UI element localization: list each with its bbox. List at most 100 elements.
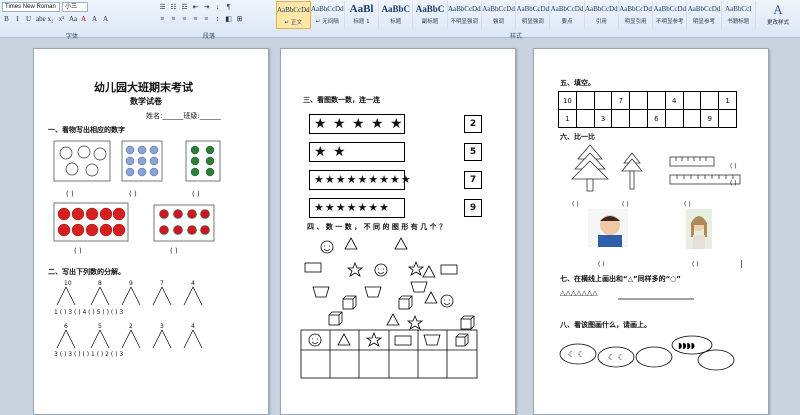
style-item[interactable]: AaBbCcDd 不明显参考 xyxy=(653,1,688,29)
grid-cell[interactable]: 6 xyxy=(646,109,666,128)
font-controls: Times New Roman 小三 xyxy=(2,2,88,12)
answer-paren: ( ) xyxy=(684,201,691,208)
paragraph-button[interactable]: ↕ xyxy=(213,14,222,23)
paragraph-button[interactable]: ≡ xyxy=(180,14,189,23)
style-name: 明显参考 xyxy=(693,19,716,25)
ribbon: Times New Roman 小三 B I Uabe x₂ x² Aa A A A ≡ ≡ ≡ ≡ ≡… xyxy=(0,0,800,40)
name-class-line: 姓名:______班级:______ xyxy=(146,112,221,120)
paragraph-button[interactable]: ⊞ xyxy=(235,14,244,23)
style-preview: AaBbCcDd xyxy=(447,5,481,13)
decomp-bottom-row1: 1 ( ) 3 ( ) 4 ( ) 5 ( ) ( ) 3 xyxy=(54,309,124,316)
roses-image xyxy=(153,204,215,242)
paragraph-button[interactable]: ◧ xyxy=(224,14,233,23)
answer-paren: ( ) xyxy=(572,201,579,208)
trees-image xyxy=(571,144,643,192)
q6-heading: 六、比一比 xyxy=(560,133,595,141)
grid-cell[interactable] xyxy=(718,109,737,128)
format-button[interactable]: Aa xyxy=(68,14,77,23)
grid-cell[interactable]: 9 xyxy=(700,109,720,128)
document-page-1: 幼儿园大班期末考试 数学试卷 姓名:______班级:______ 一、看物写出… xyxy=(33,48,269,415)
group-paragraph-label: 段落 xyxy=(203,33,216,40)
grid-cell[interactable]: 3 xyxy=(593,109,613,128)
exam-subtitle: 数学试卷 xyxy=(130,97,162,106)
grid-cell[interactable] xyxy=(646,91,666,110)
style-item[interactable]: AaBbCcDd 不明显强调 xyxy=(448,1,482,29)
decomp-lines-row1 xyxy=(56,286,203,306)
format-button[interactable]: abe xyxy=(35,14,46,23)
decrease-indent-icon[interactable]: ⇤ xyxy=(191,2,200,11)
style-item[interactable]: AaBbCcDd ↵ 正文 xyxy=(276,1,311,29)
paragraph-button[interactable]: ≡ xyxy=(191,14,200,23)
grid-cell[interactable] xyxy=(593,91,613,110)
grid-cell[interactable] xyxy=(700,91,720,110)
paragraph-button[interactable]: ≡ xyxy=(169,14,178,23)
grid-cell[interactable]: 7 xyxy=(611,91,631,110)
format-button[interactable]: B xyxy=(2,14,11,23)
grid-cell[interactable]: 10 xyxy=(558,91,577,110)
format-button[interactable]: x² xyxy=(57,14,66,23)
style-item[interactable]: AaBbCcDd 明显参考 xyxy=(687,1,722,29)
grid-cell[interactable] xyxy=(682,91,702,110)
group-styles-label: 样式 xyxy=(510,33,523,40)
style-item[interactable]: AaBbCcDd ↵ 无间隔 xyxy=(311,1,345,29)
grid-cell[interactable] xyxy=(575,91,595,110)
format-button[interactable]: A xyxy=(90,14,99,23)
style-item[interactable]: AaBbC 副标题 xyxy=(413,1,448,29)
shapes-scatter xyxy=(304,237,475,330)
font-size-combo[interactable]: 小三 xyxy=(62,2,88,12)
style-item[interactable]: AaBl 标题 1 xyxy=(345,1,380,29)
style-preview: AaBbCcDd xyxy=(482,5,515,13)
paragraph-button[interactable]: ≡ xyxy=(158,14,167,23)
format-button[interactable]: A xyxy=(79,14,88,23)
style-item[interactable]: AaBbCcDd 明显强调 xyxy=(516,1,551,29)
group-font-label: 字体 xyxy=(66,33,79,40)
multilevel-icon[interactable]: ☲ xyxy=(180,2,189,11)
format-button[interactable]: x₂ xyxy=(46,14,55,23)
grid-cell[interactable]: 4 xyxy=(664,91,684,110)
style-preview: AaBl xyxy=(349,3,374,15)
grid-cell[interactable] xyxy=(664,109,684,128)
answer-paren: ( ) xyxy=(692,261,699,268)
grid-cell[interactable]: 1 xyxy=(718,91,737,110)
grid-cell[interactable] xyxy=(682,109,702,128)
sort-icon[interactable]: ↓ xyxy=(213,2,222,11)
decomp-lines-row2 xyxy=(56,329,203,349)
svg-text:☾ ☾: ☾ ☾ xyxy=(568,350,585,359)
answer-paren: ( ) xyxy=(129,190,137,198)
style-item[interactable]: AaBbCcDd 强调 xyxy=(482,1,517,29)
font-name-combo[interactable]: Times New Roman xyxy=(2,2,60,12)
group-labels: 字体 段落 样式 xyxy=(0,31,800,40)
style-name: 强调 xyxy=(493,19,505,25)
grid-cell[interactable] xyxy=(629,109,648,128)
bullets-icon[interactable]: ☰ xyxy=(158,2,167,11)
grid-cell[interactable] xyxy=(611,109,631,128)
q2-heading: 二、写出下列数的分解。 xyxy=(48,268,125,276)
paragraph-button[interactable]: ≡ xyxy=(202,14,211,23)
style-item[interactable]: AaBbCcDd 引用 xyxy=(585,1,619,29)
numbering-icon[interactable]: ☷ xyxy=(169,2,178,11)
show-marks-icon[interactable]: ¶ xyxy=(224,2,233,11)
grid-cell[interactable] xyxy=(629,91,648,110)
style-name: 要点 xyxy=(561,19,573,25)
style-name: 副标题 xyxy=(421,19,439,25)
svg-text:☾ ☾: ☾ ☾ xyxy=(608,353,625,362)
increase-indent-icon[interactable]: ⇥ xyxy=(202,2,211,11)
answer-paren: ( ) xyxy=(66,190,74,198)
change-styles-button[interactable]: A 更改样式 xyxy=(758,2,798,30)
style-item[interactable]: AaBbCcDd 要点 xyxy=(550,1,585,29)
style-item[interactable]: AaBbC 标题 xyxy=(379,1,414,29)
grid-cell[interactable]: 1 xyxy=(558,109,577,128)
document-page-3: 五、填空。 10 7 4 1 1369 六、比一比 ( ) ( ) ( ) ( ) (… xyxy=(533,48,769,415)
format-button[interactable]: U xyxy=(24,14,33,23)
grid-cell[interactable] xyxy=(575,109,595,128)
format-button[interactable]: I xyxy=(13,14,22,23)
fish-image xyxy=(121,140,163,182)
style-item[interactable]: AaBbCcI 书籍标题 xyxy=(722,1,756,29)
format-button[interactable]: A xyxy=(101,14,110,23)
svg-text:◗◗◗◗: ◗◗◗◗ xyxy=(678,341,695,350)
style-name: 不明显强调 xyxy=(450,19,479,25)
change-styles-label: 更改样式 xyxy=(766,20,789,26)
style-item[interactable]: AaBbCcDd 明显引用 xyxy=(619,1,654,29)
style-name: 明显强调 xyxy=(521,19,544,25)
star-row: ★ ★ xyxy=(309,142,405,162)
